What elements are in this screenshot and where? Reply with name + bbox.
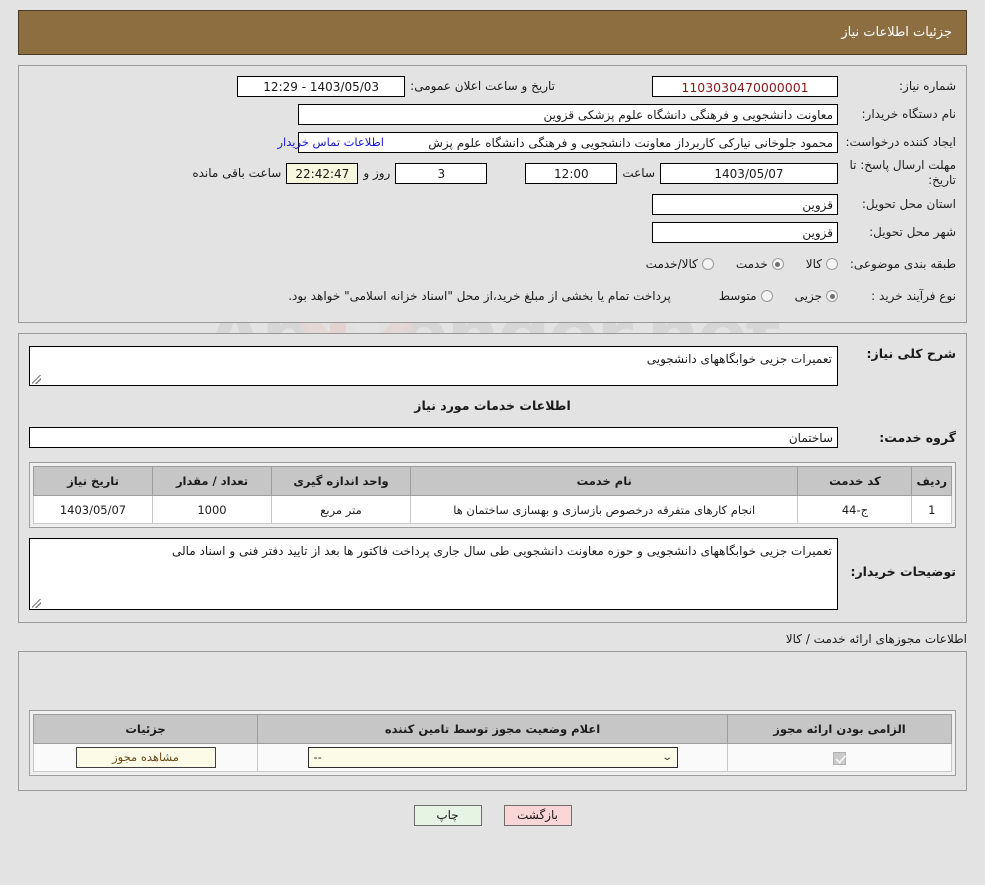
need-number-value: 1103030470000001 (652, 76, 838, 97)
permits-cell-status: ⌄ -- (258, 744, 728, 772)
buyer-contact-link[interactable]: اطلاعات تماس خریدار (277, 135, 384, 149)
need-info-panel: شماره نیاز: 1103030470000001 تاریخ و ساع… (18, 65, 967, 323)
province-value: قزوین (652, 194, 838, 215)
back-button[interactable]: بازگشت (504, 805, 572, 826)
required-checkbox (833, 752, 846, 765)
category-option-kala[interactable]: کالا (806, 257, 838, 271)
service-group-row: گروه خدمت: ساختمان (29, 427, 956, 448)
process-label: نوع فرآیند خرید : (838, 289, 956, 304)
days-remaining-value: 3 (395, 163, 487, 184)
category-option-label: خدمت (736, 257, 768, 271)
buyer-org-label: نام دستگاه خریدار: (838, 107, 956, 122)
permits-table-container: الزامی بودن ارائه مجوز اعلام وضعیت مجوز … (29, 710, 956, 776)
province-label: استان محل تحویل: (838, 197, 956, 212)
process-option-label: متوسط (719, 289, 757, 303)
process-row: نوع فرآیند خرید : جزیی متوسط پرداخت تمام… (29, 284, 956, 308)
service-group-value: ساختمان (29, 427, 838, 448)
category-option-khedmat[interactable]: خدمت (736, 257, 784, 271)
items-col-name: نام خدمت (411, 467, 798, 496)
buyer-org-row: نام دستگاه خریدار: معاونت دانشجویی و فره… (29, 102, 956, 126)
items-col-date: تاریخ نیاز (34, 467, 153, 496)
print-button[interactable]: چاپ (414, 805, 482, 826)
city-value: قزوین (652, 222, 838, 243)
category-row: طبقه بندی موضوعی: کالا خدمت کالا/خدمت (29, 252, 956, 276)
view-permit-button[interactable]: مشاهده مجوز (76, 747, 216, 768)
items-cell-code: ج-44 (798, 496, 912, 524)
buyer-org-value: معاونت دانشجویی و فرهنگی دانشگاه علوم پز… (298, 104, 838, 125)
permits-col-details: جزئیات (34, 715, 258, 744)
category-option-kala-khedmat[interactable]: کالا/خدمت (646, 257, 714, 271)
public-announce-value: 1403/05/03 - 12:29 (237, 76, 405, 97)
countdown-value: 22:42:47 (286, 163, 358, 184)
page-title: جزئیات اطلاعات نیاز (841, 25, 952, 40)
city-row: شهر محل تحویل: قزوین (29, 220, 956, 244)
hour-label: ساعت (617, 166, 660, 180)
buyer-notes-label: توضیحات خریدار: (838, 538, 956, 579)
items-col-code: کد خدمت (798, 467, 912, 496)
radio-icon[interactable] (702, 258, 714, 270)
deadline-label: مهلت ارسال پاسخ: تا تاریخ: (838, 158, 956, 188)
radio-icon[interactable] (826, 290, 838, 302)
province-row: استان محل تحویل: قزوین (29, 192, 956, 216)
need-number-row: شماره نیاز: 1103030470000001 تاریخ و ساع… (29, 74, 956, 98)
permits-section-title: اطلاعات مجوزهای ارائه خدمت / کالا (18, 632, 967, 646)
permits-table: الزامی بودن ارائه مجوز اعلام وضعیت مجوز … (33, 714, 952, 772)
process-option-motavaset[interactable]: متوسط (719, 289, 773, 303)
deadline-row: مهلت ارسال پاسخ: تا تاریخ: 1403/05/07 سا… (29, 158, 956, 188)
table-row: ⌄ -- مشاهده مجوز (34, 744, 952, 772)
public-announce-label: تاریخ و ساعت اعلان عمومی: (405, 79, 560, 93)
buyer-notes-value[interactable]: تعمیرات جزیی خوابگاههای دانشجویی و حوزه … (29, 538, 838, 610)
permit-status-value: -- (314, 748, 322, 767)
general-description-label: شرح کلی نیاز: (838, 346, 956, 361)
items-cell-name: انجام کارهای متفرقه درخصوص بازسازی و بهس… (411, 496, 798, 524)
category-option-label: کالا (806, 257, 822, 271)
items-table-container: ردیف کد خدمت نام خدمت واحد اندازه گیری ت… (29, 462, 956, 528)
permits-panel: الزامی بودن ارائه مجوز اعلام وضعیت مجوز … (18, 651, 967, 791)
services-heading: اطلاعات خدمات مورد نیاز (29, 398, 956, 413)
general-description-row: شرح کلی نیاز: تعمیرات جزیی خوابگاههای دا… (29, 346, 956, 386)
items-col-row: ردیف (912, 467, 952, 496)
items-col-unit: واحد اندازه گیری (272, 467, 411, 496)
general-description-value[interactable]: تعمیرات جزیی خوابگاههای دانشجویی (29, 346, 838, 386)
items-cell-row: 1 (912, 496, 952, 524)
service-group-label: گروه خدمت: (838, 430, 956, 445)
process-note: پرداخت تمام یا بخشی از مبلغ خرید،از محل … (288, 289, 671, 303)
services-panel: شرح کلی نیاز: تعمیرات جزیی خوابگاههای دا… (18, 333, 967, 623)
chevron-down-icon: ⌄ (662, 748, 673, 767)
permits-cell-details: مشاهده مجوز (34, 744, 258, 772)
permits-cell-required (728, 744, 952, 772)
radio-icon[interactable] (826, 258, 838, 270)
city-label: شهر محل تحویل: (838, 225, 956, 240)
table-row: 1 ج-44 انجام کارهای متفرقه درخصوص بازساز… (34, 496, 952, 524)
permits-table-header-row: الزامی بودن ارائه مجوز اعلام وضعیت مجوز … (34, 715, 952, 744)
radio-icon[interactable] (761, 290, 773, 302)
creator-row: ایجاد کننده درخواست: محمود جلوخانی نیارک… (29, 130, 956, 154)
deadline-date-value: 1403/05/07 (660, 163, 838, 184)
creator-label: ایجاد کننده درخواست: (838, 135, 956, 150)
process-option-label: جزیی (795, 289, 822, 303)
footer-actions: بازگشت چاپ (0, 805, 985, 826)
category-option-label: کالا/خدمت (646, 257, 698, 271)
items-cell-date: 1403/05/07 (34, 496, 153, 524)
items-table: ردیف کد خدمت نام خدمت واحد اندازه گیری ت… (33, 466, 952, 524)
category-label: طبقه بندی موضوعی: (838, 257, 956, 272)
permit-status-select[interactable]: ⌄ -- (308, 747, 678, 768)
days-label: روز و (358, 166, 395, 180)
permits-col-required: الزامی بودن ارائه مجوز (728, 715, 952, 744)
items-table-header-row: ردیف کد خدمت نام خدمت واحد اندازه گیری ت… (34, 467, 952, 496)
need-number-label: شماره نیاز: (838, 79, 956, 94)
page-header: جزئیات اطلاعات نیاز (18, 10, 967, 55)
permits-col-status: اعلام وضعیت مجوز توسط تامین کننده (258, 715, 728, 744)
items-cell-unit: متر مربع (272, 496, 411, 524)
items-cell-qty: 1000 (153, 496, 272, 524)
countdown-label: ساعت باقی مانده (187, 166, 286, 180)
process-option-jozi[interactable]: جزیی (795, 289, 838, 303)
buyer-notes-row: توضیحات خریدار: تعمیرات جزیی خوابگاههای … (29, 538, 956, 610)
items-col-qty: تعداد / مقدار (153, 467, 272, 496)
radio-icon[interactable] (772, 258, 784, 270)
deadline-time-value: 12:00 (525, 163, 617, 184)
